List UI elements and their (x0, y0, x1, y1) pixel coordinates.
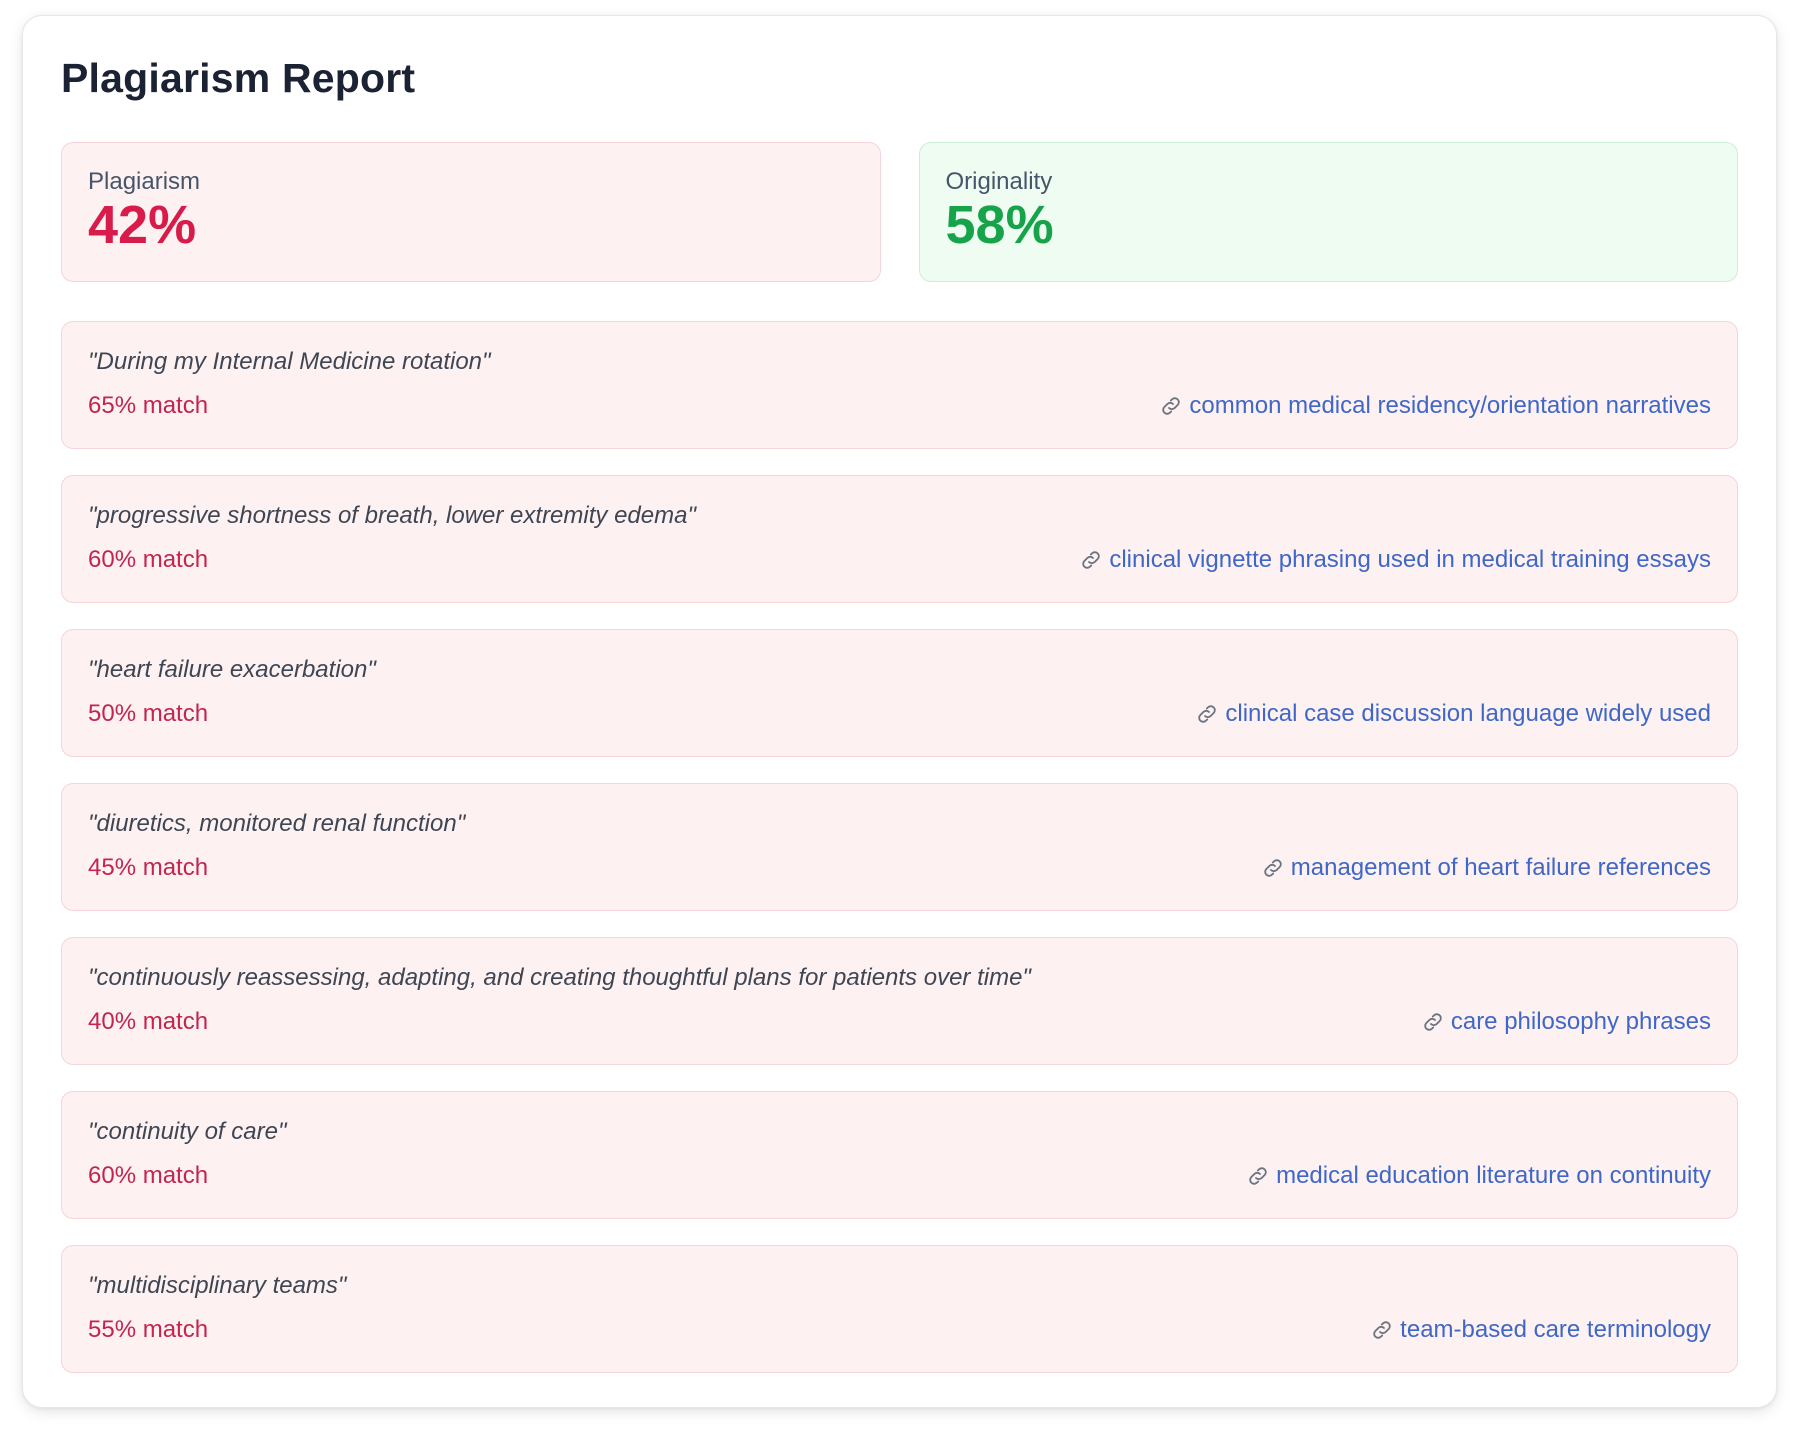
match-percentage: 40% match (88, 1007, 209, 1035)
match-source-link[interactable]: team-based care terminology (1370, 1316, 1711, 1345)
match-item: "heart failure exacerbation" 50% match c… (61, 629, 1738, 757)
link-icon (1261, 856, 1285, 880)
match-source-link[interactable]: care philosophy phrases (1421, 1008, 1711, 1037)
match-quote: "continuously reassessing, adapting, and… (88, 964, 1031, 991)
originality-value: 58% (945, 195, 1054, 256)
match-source-link[interactable]: medical education literature on continui… (1246, 1162, 1711, 1191)
match-quote: "During my Internal Medicine rotation" (88, 348, 491, 375)
match-item: "multidisciplinary teams" 55% match team… (61, 1245, 1738, 1373)
match-item: "continuity of care" 60% match medical e… (61, 1091, 1738, 1219)
originality-label: Originality (945, 168, 1053, 195)
page: Plagiarism Report Plagiarism 42% Origina… (0, 0, 1800, 1436)
link-icon (1079, 548, 1103, 572)
match-row: 60% match clinical vignette phrasing use… (88, 546, 1711, 575)
link-icon (1370, 1318, 1394, 1342)
match-item: "progressive shortness of breath, lower … (61, 475, 1738, 603)
match-source-text: clinical vignette phrasing used in medic… (1109, 545, 1711, 573)
match-percentage: 60% match (88, 545, 209, 573)
match-source-text: team-based care terminology (1400, 1315, 1711, 1343)
match-item: "diuretics, monitored renal function" 45… (61, 783, 1738, 911)
match-row: 65% match common medical residency/orien… (88, 392, 1711, 421)
match-percentage: 50% match (88, 699, 209, 727)
plagiarism-report-card: Plagiarism Report Plagiarism 42% Origina… (22, 15, 1777, 1408)
match-source-text: clinical case discussion language widely… (1225, 699, 1711, 727)
report-title: Plagiarism Report (61, 55, 416, 101)
match-row: 45% match management of heart failure re… (88, 854, 1711, 883)
match-row: 55% match team-based care terminology (88, 1316, 1711, 1345)
plagiarism-stat: Plagiarism 42% (61, 142, 881, 282)
match-source-link[interactable]: clinical case discussion language widely… (1195, 700, 1711, 729)
match-source-link[interactable]: common medical residency/orientation nar… (1159, 392, 1711, 421)
match-quote: "multidisciplinary teams" (88, 1272, 347, 1299)
plagiarism-value: 42% (88, 195, 197, 256)
link-icon (1246, 1164, 1270, 1188)
summary-stats: Plagiarism 42% Originality 58% (61, 142, 1738, 282)
match-item: "continuously reassessing, adapting, and… (61, 937, 1738, 1065)
link-icon (1421, 1010, 1445, 1034)
match-percentage: 60% match (88, 1161, 209, 1189)
match-percentage: 65% match (88, 391, 209, 419)
match-percentage: 45% match (88, 853, 209, 881)
originality-stat: Originality 58% (918, 142, 1738, 282)
match-list: "During my Internal Medicine rotation" 6… (61, 321, 1738, 1373)
match-source-link[interactable]: clinical vignette phrasing used in medic… (1079, 546, 1711, 575)
match-source-text: common medical residency/orientation nar… (1189, 391, 1711, 419)
match-row: 40% match care philosophy phrases (88, 1008, 1711, 1037)
match-quote: "heart failure exacerbation" (88, 656, 376, 683)
plagiarism-label: Plagiarism (88, 168, 201, 195)
match-source-text: care philosophy phrases (1450, 1007, 1711, 1035)
match-row: 50% match clinical case discussion langu… (88, 700, 1711, 729)
match-source-text: management of heart failure references (1290, 853, 1711, 881)
match-percentage: 55% match (88, 1315, 209, 1343)
match-source-text: medical education literature on continui… (1276, 1161, 1711, 1189)
link-icon (1159, 394, 1183, 418)
match-quote: "diuretics, monitored renal function" (88, 810, 466, 837)
match-item: "During my Internal Medicine rotation" 6… (61, 321, 1738, 449)
match-quote: "continuity of care" (88, 1118, 287, 1145)
link-icon (1195, 702, 1219, 726)
match-source-link[interactable]: management of heart failure references (1261, 854, 1711, 883)
match-quote: "progressive shortness of breath, lower … (88, 502, 696, 529)
match-row: 60% match medical education literature o… (88, 1162, 1711, 1191)
